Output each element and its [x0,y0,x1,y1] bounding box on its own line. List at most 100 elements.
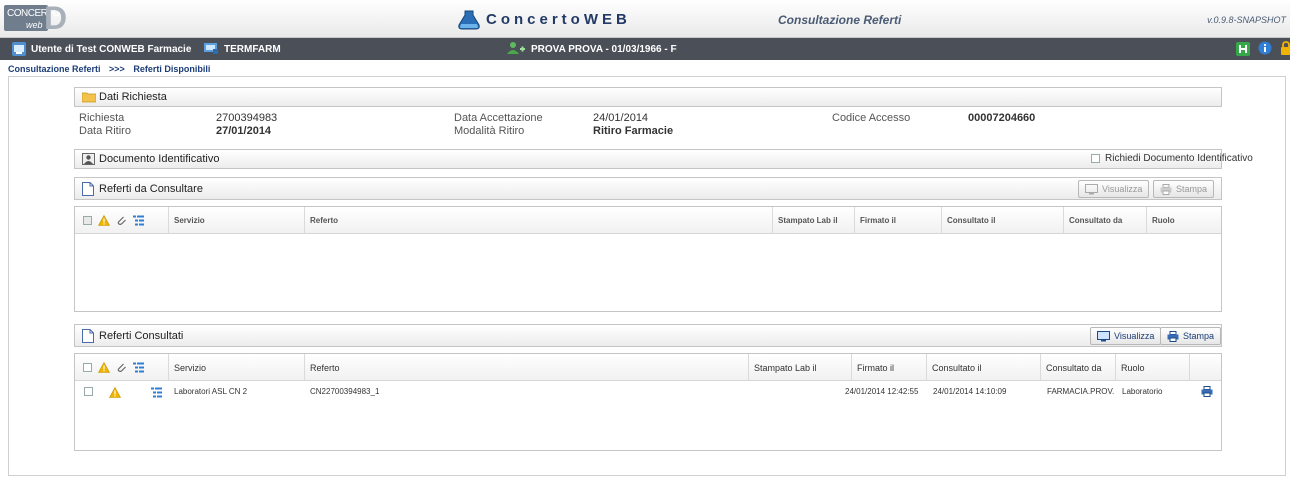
list-icon [133,215,144,226]
warning-icon [109,387,121,398]
bar-actions [1236,40,1290,58]
col-consultato-da[interactable]: Consultato da [1041,354,1116,381]
dati-richiesta-title: Dati Richiesta [99,91,167,103]
list-icon[interactable] [151,387,162,398]
col-stampato[interactable]: Stampato Lab il [749,354,852,381]
breadcrumb-consultazione[interactable]: Consultazione Referti [8,64,101,74]
stampa-button[interactable]: Stampa [1160,327,1222,345]
richiedi-documento-label: Richiedi Documento Identificativo [1105,153,1253,164]
col-referto[interactable]: Referto [305,354,749,381]
col-actions [1190,354,1221,381]
visualizza-label: Visualizza [1114,331,1155,341]
patient-name: PROVA PROVA - 01/03/1966 - F [531,43,677,55]
info-icon[interactable] [1258,41,1272,58]
logo-bottom-text: web [26,20,43,30]
documento-title: Documento Identificativo [99,153,220,165]
version-label: v.0.9.8-SNAPSHOT [1207,15,1286,25]
codice-accesso-value: 00007204660 [968,112,1036,124]
row-ruolo: Laboratorio [1122,387,1163,396]
concerto-logo: CONCERTO web D [4,0,68,36]
select-all-checkbox[interactable] [83,216,92,225]
visualizza-button[interactable]: Visualizza [1090,327,1162,345]
patient-info: PROVA PROVA - 01/03/1966 - F [506,41,677,58]
row-consultato-il: 24/01/2014 14:10:09 [933,387,1007,396]
warning-icon [98,215,110,226]
richiesta-value: 2700394983 [216,112,278,124]
document-icon [82,329,94,346]
consultati-header: Referti Consultati Visualizza Stampa [74,324,1222,347]
richiedi-documento-checkbox[interactable]: Richiedi Documento Identificativo [1091,153,1253,164]
col-consultato-il[interactable]: Consultato il [942,207,1064,234]
row-checkbox[interactable] [84,387,93,396]
user-icon [12,42,26,56]
table-row[interactable]: Laboratori ASL CN 2 CN22700394983_1 24/0… [75,382,1221,402]
terminal-info: TERMFARM [203,42,281,56]
col-ruolo[interactable]: Ruolo [1116,354,1190,381]
attachment-icon [117,216,126,225]
app-header: CONCERTO web D ConcertoWEB Consultazione… [0,0,1290,38]
documento-header: Documento Identificativo Richiedi Docume… [74,149,1253,169]
da-consultare-table-header: Servizio Referto Stampato Lab il Firmato… [75,207,1221,234]
attachment-icon [117,363,126,372]
row-consultato-da: FARMACIA.PROV. [1047,387,1115,396]
flask-icon [458,10,480,30]
col-ruolo[interactable]: Ruolo [1147,207,1221,234]
warning-icon [98,362,110,373]
list-icon [133,362,144,373]
lock-icon[interactable] [1280,40,1290,58]
document-icon [82,182,94,199]
stampa-label: Stampa [1176,184,1208,194]
breadcrumb: Consultazione Referti >>> Referti Dispon… [8,64,216,74]
data-accettazione-value: 24/01/2014 [593,112,649,124]
row-firmato: 24/01/2014 12:42:55 [845,387,919,396]
terminal-name: TERMFARM [224,43,281,55]
print-row-icon[interactable] [1201,386,1213,397]
data-ritiro-value: 27/01/2014 [216,125,272,137]
data-accettazione-label: Data Accettazione [454,112,543,124]
consultati-table: Servizio Referto Stampato Lab il Firmato… [74,353,1222,451]
visualizza-label: Visualizza [1102,184,1143,194]
col-consultato-da[interactable]: Consultato da [1064,207,1147,234]
modalita-ritiro-label: Modalità Ritiro [454,125,525,137]
printer-icon [1167,330,1179,342]
terminal-icon [203,41,219,58]
codice-accesso-label: Codice Accesso [832,112,911,124]
printer-icon [1160,183,1172,195]
breadcrumb-separator: >>> [109,64,125,74]
logo-letter: D [44,0,68,36]
user-bar: Utente di Test CONWEB Farmacie TERMFARM … [0,38,1290,60]
col-servizio[interactable]: Servizio [169,354,305,381]
col-stampato[interactable]: Stampato Lab il [773,207,855,234]
select-all-checkbox[interactable] [83,363,92,372]
consultati-title: Referti Consultati [99,330,184,342]
breadcrumb-referti[interactable]: Referti Disponibili [133,64,210,74]
data-ritiro-label: Data Ritiro [79,125,131,137]
stampa-label: Stampa [1183,331,1215,341]
col-servizio[interactable]: Servizio [169,207,305,234]
da-consultare-header: Referti da Consultare Visualizza Stampa [74,177,1222,200]
da-consultare-table: Servizio Referto Stampato Lab il Firmato… [74,206,1222,312]
stampa-button-disabled[interactable]: Stampa [1153,180,1215,198]
folder-icon [81,91,97,106]
header-icons [75,207,169,234]
monitor-icon [1097,330,1110,341]
id-card-icon [82,153,95,168]
monitor-icon [1085,183,1098,194]
col-referto[interactable]: Referto [305,207,773,234]
richiesta-label: Richiesta [79,112,125,124]
row-referto: CN22700394983_1 [310,387,380,396]
col-consultato-il[interactable]: Consultato il [927,354,1041,381]
user-info: Utente di Test CONWEB Farmacie [12,42,191,56]
user-name: Utente di Test CONWEB Farmacie [31,43,192,55]
row-servizio: Laboratori ASL CN 2 [174,387,248,396]
module-title: Consultazione Referti [778,13,902,27]
patient-icon [506,41,526,58]
modalita-ritiro-value: Ritiro Farmacie [593,125,674,137]
col-firmato[interactable]: Firmato il [852,354,927,381]
da-consultare-title: Referti da Consultare [99,183,203,195]
col-firmato[interactable]: Firmato il [855,207,942,234]
home-icon[interactable] [1236,42,1250,56]
consultati-table-header: Servizio Referto Stampato Lab il Firmato… [75,354,1221,381]
brand-name: ConcertoWEB [486,11,631,28]
visualizza-button-disabled[interactable]: Visualizza [1078,180,1150,198]
